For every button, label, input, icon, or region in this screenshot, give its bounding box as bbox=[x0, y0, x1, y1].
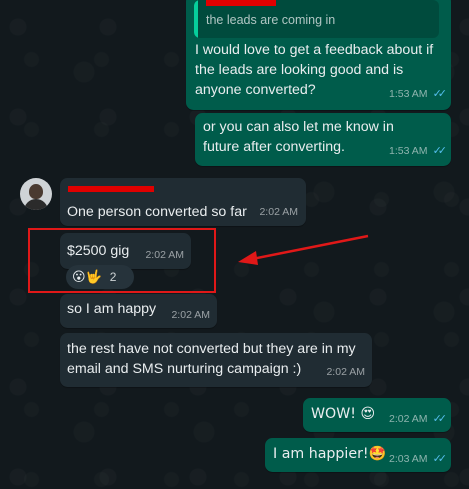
double-check-icon: ✓✓ bbox=[432, 88, 448, 100]
message-text: the rest have not converted but they are… bbox=[67, 341, 356, 377]
message-time: 1:53 AM bbox=[389, 88, 428, 100]
message-happy[interactable]: so I am happy 2:02 AM bbox=[60, 294, 217, 328]
message-time: 1:53 AM bbox=[389, 145, 428, 157]
message-happier[interactable]: I am happier!🤩 2:03 AM ✓✓ bbox=[265, 438, 451, 472]
double-check-icon: ✓✓ bbox=[432, 453, 448, 465]
message-meta: 2:02 AM bbox=[326, 362, 365, 382]
message-wow[interactable]: WOW! 😍 2:02 AM ✓✓ bbox=[303, 398, 451, 432]
message-converted[interactable]: One person converted so far 2:02 AM bbox=[60, 178, 306, 226]
quoted-text: the leads are coming in bbox=[206, 13, 336, 27]
message-text: so I am happy bbox=[67, 301, 157, 317]
avatar-head bbox=[29, 184, 43, 199]
double-check-icon: ✓✓ bbox=[432, 145, 448, 157]
message-future[interactable]: or you can also let me know in future af… bbox=[195, 113, 451, 166]
message-rest[interactable]: the rest have not converted but they are… bbox=[60, 333, 372, 387]
message-time: 2:03 AM bbox=[389, 453, 428, 465]
message-text: I am happier!🤩 bbox=[273, 446, 387, 462]
double-check-icon: ✓✓ bbox=[432, 413, 448, 425]
message-meta: 2:03 AM ✓✓ bbox=[389, 449, 448, 469]
annotation-highlight-box bbox=[28, 228, 216, 293]
message-meta: 1:53 AM ✓✓ bbox=[389, 141, 448, 161]
quote-bar bbox=[194, 0, 198, 38]
message-feedback[interactable]: the leads are coming in I would love to … bbox=[186, 0, 451, 110]
redacted-sender-name bbox=[68, 186, 154, 192]
message-time: 2:02 AM bbox=[259, 206, 298, 218]
message-meta: 2:02 AM bbox=[171, 305, 210, 325]
message-meta: 1:53 AM ✓✓ bbox=[389, 84, 448, 104]
avatar[interactable] bbox=[20, 178, 52, 210]
message-time: 2:02 AM bbox=[389, 413, 428, 425]
message-text: One person converted so far bbox=[67, 204, 247, 220]
message-meta: 2:02 AM ✓✓ bbox=[389, 409, 448, 429]
redacted-name bbox=[206, 0, 276, 6]
message-time: 2:02 AM bbox=[326, 366, 365, 378]
message-text: WOW! 😍 bbox=[311, 406, 376, 422]
quoted-message[interactable]: the leads are coming in bbox=[194, 0, 439, 38]
message-time: 2:02 AM bbox=[171, 309, 210, 321]
avatar-body bbox=[24, 199, 48, 210]
message-meta: 2:02 AM bbox=[259, 202, 298, 222]
